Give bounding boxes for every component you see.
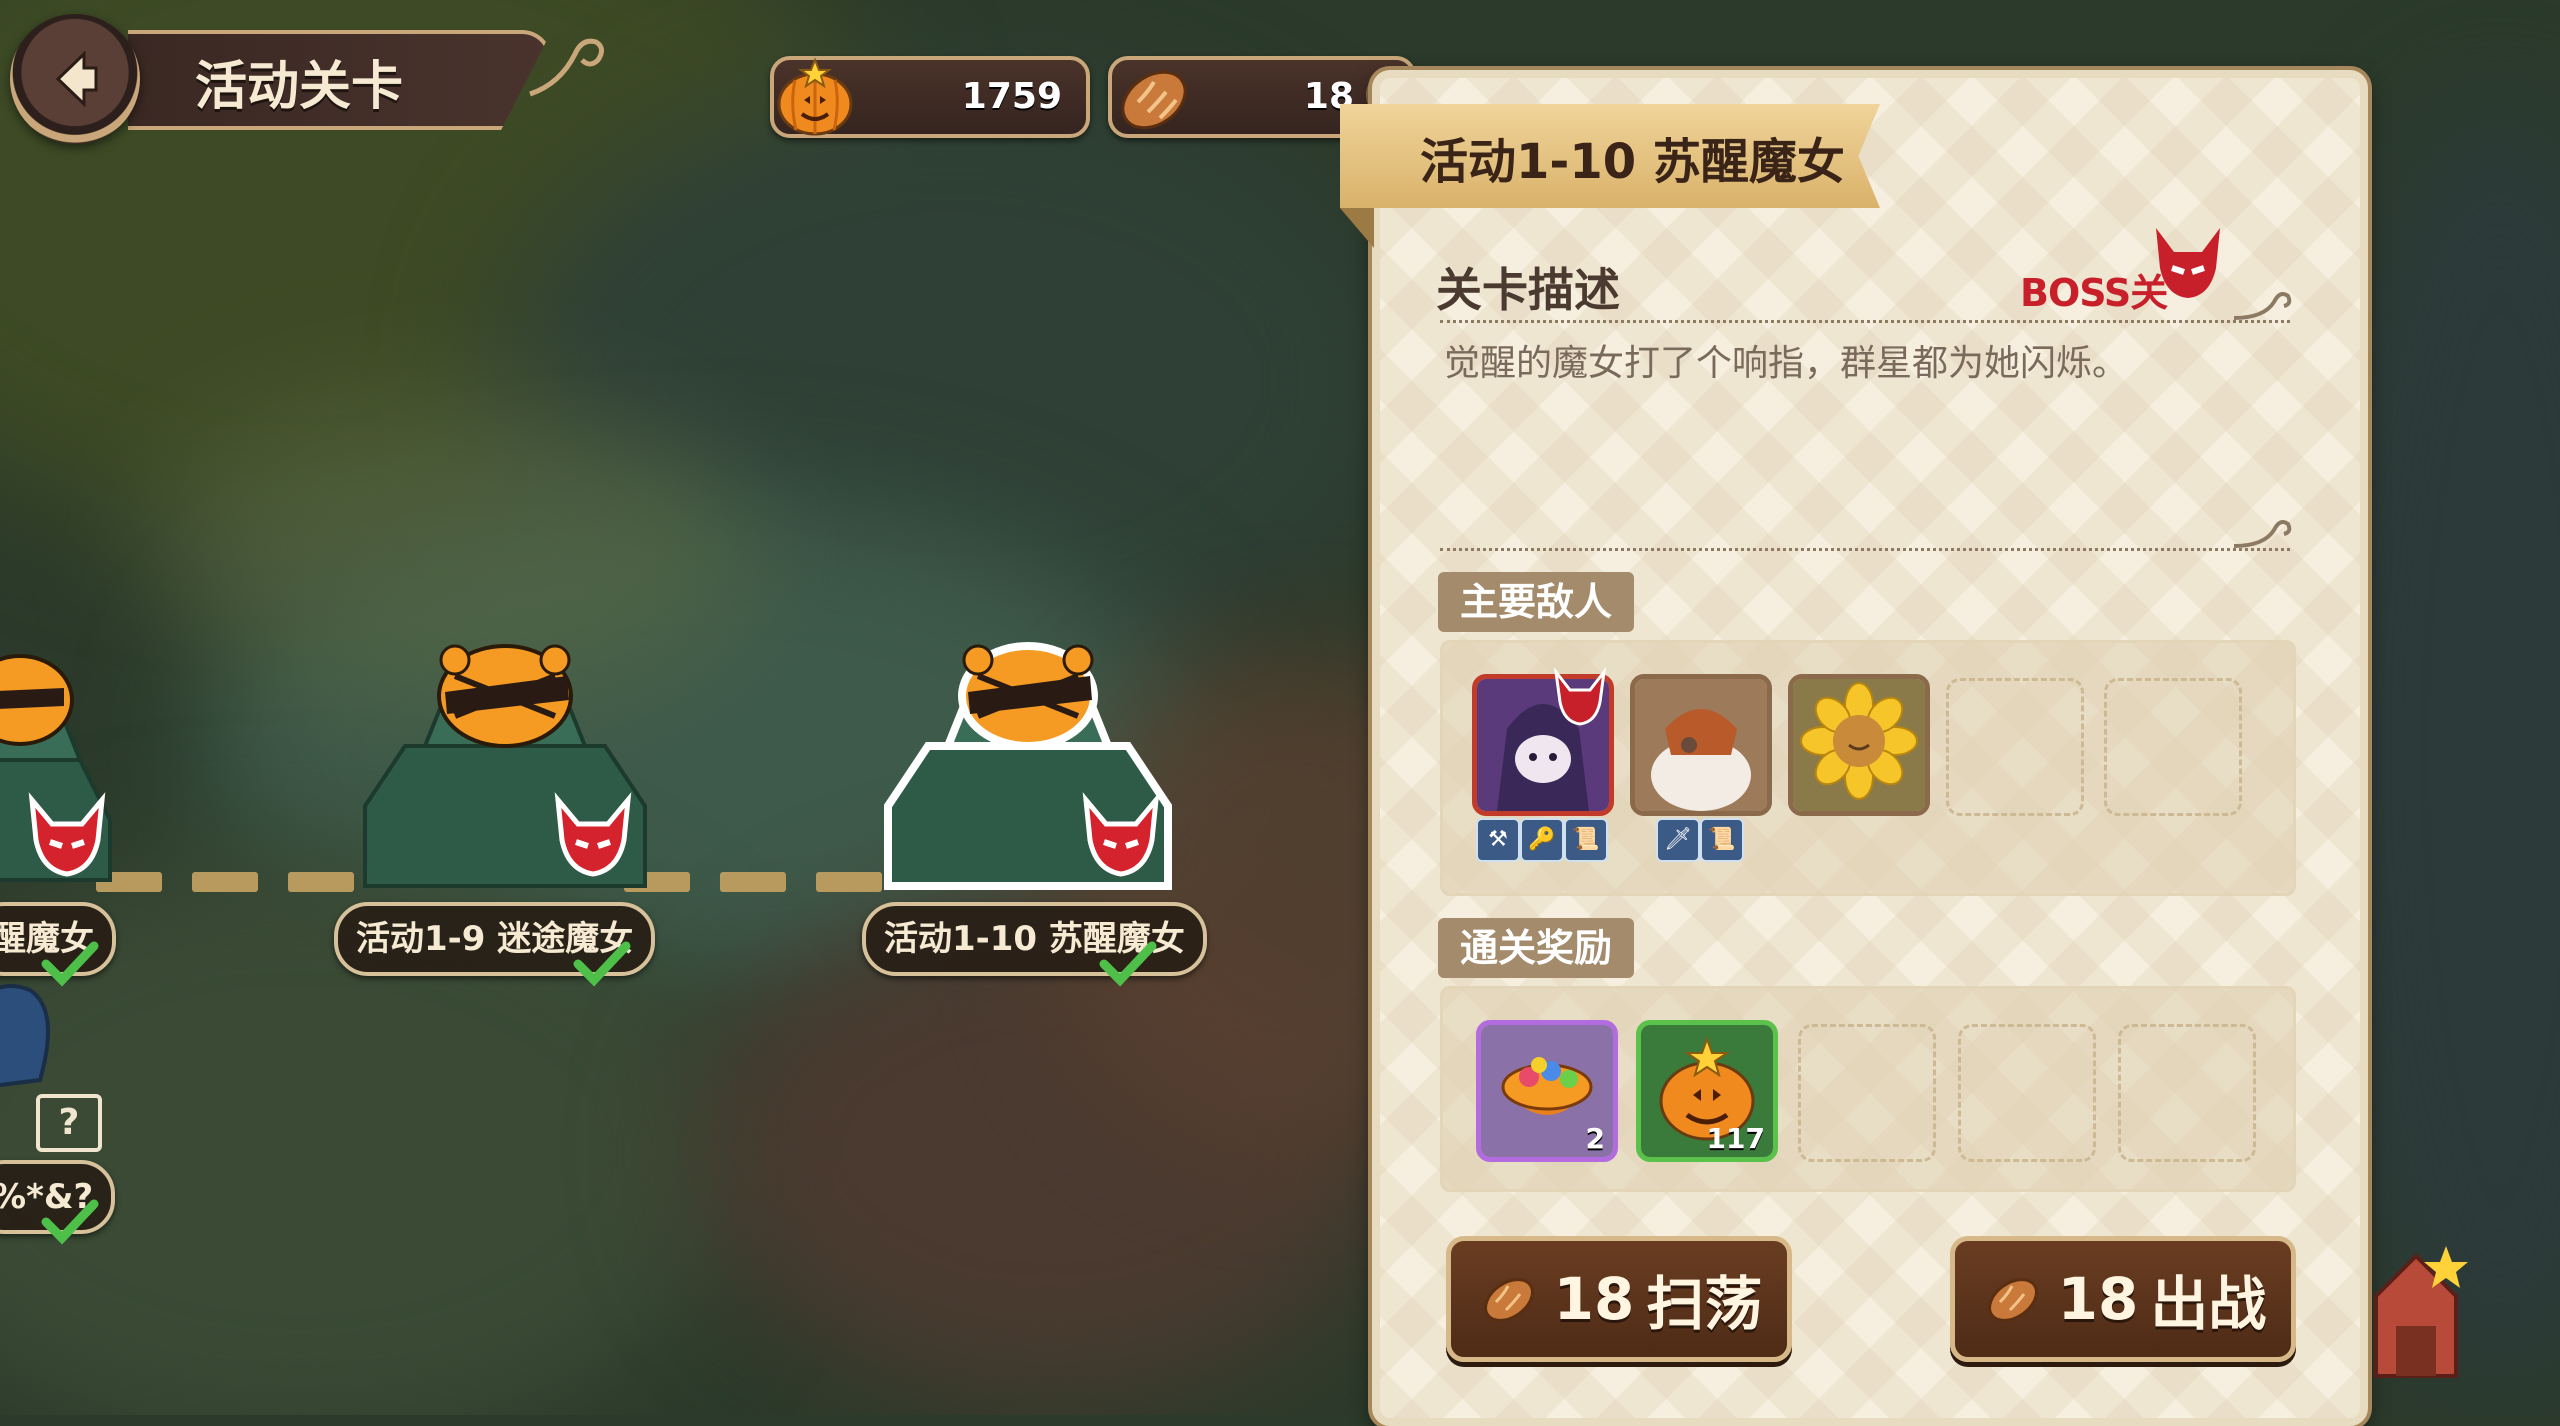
enemy-slot-pot-toad[interactable] bbox=[1630, 674, 1772, 816]
path-segment bbox=[192, 872, 258, 892]
battle-label: 出战 bbox=[2150, 1270, 2267, 1338]
enemy-slot-sunflower[interactable] bbox=[1788, 674, 1930, 816]
check-icon bbox=[41, 941, 99, 987]
boss-horn-icon bbox=[2156, 228, 2220, 298]
trait-scroll-icon: 📜 bbox=[1564, 818, 1608, 862]
back-arrow-icon bbox=[55, 50, 98, 108]
boss-badge-icon bbox=[554, 792, 632, 877]
ornament-swirl-icon bbox=[2234, 292, 2292, 320]
pumpkin-coin-value: 1759 bbox=[961, 76, 1062, 117]
enemy-slot-empty bbox=[2104, 678, 2242, 816]
bread-stamina-icon bbox=[1483, 1278, 1534, 1322]
sweep-cost: 18 bbox=[1553, 1265, 1635, 1333]
ornament-swirl-icon bbox=[2234, 520, 2292, 548]
sunflower-portrait bbox=[1793, 679, 1925, 811]
page-title: 活动关卡 bbox=[195, 57, 404, 117]
reward-count: 117 bbox=[1706, 1122, 1765, 1155]
divider bbox=[1440, 320, 2290, 323]
path-segment bbox=[816, 872, 882, 892]
pumpkin-coin-icon bbox=[777, 57, 853, 136]
stage-title: 活动1-10 苏醒魔女 bbox=[1420, 134, 1845, 190]
sweep-label: 扫荡 bbox=[1646, 1270, 1763, 1338]
stage-description: 觉醒的魔女打了个响指，群星都为她闪烁。 bbox=[1444, 343, 2129, 384]
back-button[interactable] bbox=[10, 14, 140, 144]
rewards-heading: 通关奖励 bbox=[1438, 918, 1635, 978]
reward-count: 2 bbox=[1585, 1122, 1605, 1155]
bread-stamina-icon bbox=[1121, 70, 1187, 130]
path-segment bbox=[720, 872, 786, 892]
question-icon: ? bbox=[36, 1094, 102, 1152]
divider bbox=[1440, 548, 2290, 551]
reward-slot-empty bbox=[1798, 1024, 1936, 1162]
pot-toad-portrait bbox=[1635, 679, 1767, 811]
enemy-slot-empty bbox=[1946, 678, 2084, 816]
trait-sword-icon: 🗡 bbox=[1656, 818, 1700, 862]
enemies-heading: 主要敌人 bbox=[1438, 572, 1635, 632]
description-heading: 关卡描述 bbox=[1436, 263, 1620, 317]
path-segment bbox=[288, 872, 354, 892]
check-icon bbox=[1099, 941, 1157, 987]
reward-candy-basket[interactable]: 2 bbox=[1476, 1020, 1618, 1162]
check-icon bbox=[573, 941, 631, 987]
check-icon bbox=[41, 1199, 99, 1245]
battle-button[interactable]: 18 出战 bbox=[1950, 1236, 2296, 1362]
sweep-button[interactable]: 18 扫荡 bbox=[1446, 1236, 1792, 1362]
gift-house-icon[interactable] bbox=[2356, 1236, 2476, 1386]
ornament-swirl-icon bbox=[529, 38, 604, 97]
boss-badge-icon bbox=[28, 792, 106, 877]
bread-stamina-icon bbox=[1987, 1278, 2038, 1322]
pumpkin-currency: 1759 bbox=[770, 56, 1090, 138]
reward-slot-empty bbox=[1958, 1024, 2096, 1162]
trait-key-icon: 🔑 bbox=[1520, 818, 1564, 862]
trait-hammer-icon: ⚒ bbox=[1476, 818, 1520, 862]
boss-stage-tag: BOSS关 bbox=[2020, 271, 2168, 315]
reward-pumpkin-coin[interactable]: 117 bbox=[1636, 1020, 1778, 1162]
trait-scroll-icon: 📜 bbox=[1700, 818, 1744, 862]
boss-horn-icon bbox=[1553, 668, 1607, 726]
reward-slot-empty bbox=[2118, 1024, 2256, 1162]
boss-badge-icon bbox=[1082, 792, 1160, 877]
battle-cost: 18 bbox=[2057, 1265, 2139, 1333]
